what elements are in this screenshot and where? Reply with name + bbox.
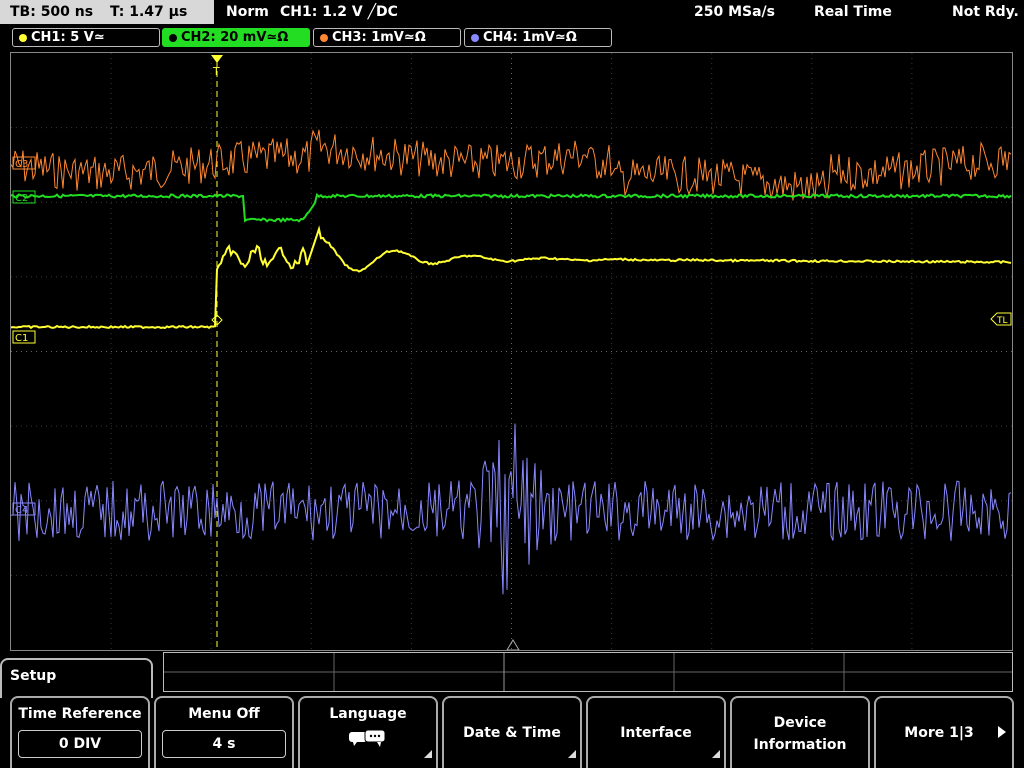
- device-information-label-2: Information: [753, 737, 847, 753]
- acquisition-mode: Real Time: [814, 4, 892, 20]
- timebase-value: TB: 500 ns: [10, 4, 94, 20]
- waveform-canvas: T C3 C2 C1 C4 TL: [11, 53, 1012, 650]
- ch2-label: CH2: 20 mV≃Ω: [181, 30, 289, 45]
- menu-title-tab: Setup: [0, 658, 153, 698]
- submenu-indicator-icon: [424, 750, 432, 758]
- submenu-indicator-icon: [712, 750, 720, 758]
- trigger-position-icon[interactable]: [211, 55, 223, 63]
- time-reference-label: Time Reference: [18, 706, 142, 722]
- time-reference-softkey[interactable]: Time Reference 0 DIV: [10, 696, 150, 768]
- svg-text:TL: TL: [996, 316, 1008, 326]
- menu-off-label: Menu Off: [188, 706, 260, 722]
- trigger-marker-label: T: [212, 65, 220, 78]
- channel-tab-ch2[interactable]: CH2: 20 mV≃Ω: [162, 28, 310, 47]
- interface-label: Interface: [620, 725, 692, 741]
- channel-tab-ch1[interactable]: CH1: 5 V≃: [12, 28, 160, 47]
- trigger-info: CH1: 1.2 V ╱DC: [280, 4, 398, 20]
- date-time-label: Date & Time: [463, 725, 561, 741]
- svg-text:C4: C4: [15, 505, 28, 516]
- speech-bubbles-icon: [349, 729, 386, 747]
- channel-tab-ch4[interactable]: CH4: 1mV≃Ω: [464, 28, 612, 47]
- status-bar: TB: 500 ns T: 1.47 µs Norm CH1: 1.2 V ╱D…: [0, 0, 1024, 26]
- channel-tab-ch3[interactable]: CH3: 1mV≃Ω: [313, 28, 461, 47]
- ch3-waveform: [11, 129, 1012, 201]
- svg-text:C3: C3: [15, 159, 28, 170]
- graticule: [11, 53, 1012, 650]
- language-softkey[interactable]: Language: [298, 696, 438, 768]
- menu-title: Setup: [10, 668, 57, 684]
- ch1-label: CH1: 5 V≃: [31, 30, 105, 45]
- more-softkey[interactable]: More 1|3: [874, 696, 1014, 768]
- ch4-dot-icon: [471, 33, 479, 42]
- ch3-label: CH3: 1mV≃Ω: [332, 30, 426, 45]
- memory-overview-bar[interactable]: [163, 652, 1013, 692]
- svg-text:C1: C1: [15, 333, 28, 344]
- device-information-softkey[interactable]: Device Information: [730, 696, 870, 768]
- time-reference-value: 0 DIV: [18, 730, 142, 758]
- ch4-label: CH4: 1mV≃Ω: [483, 30, 577, 45]
- language-label: Language: [329, 706, 407, 722]
- waveform-display[interactable]: T C3 C2 C1 C4 TL: [10, 52, 1013, 651]
- device-information-label: Device: [773, 715, 827, 731]
- svg-text:C2: C2: [15, 193, 28, 204]
- ch4-offset-marker[interactable]: C4: [12, 502, 36, 516]
- ch1-offset-marker[interactable]: C1: [12, 330, 36, 344]
- menu-off-value: 4 s: [162, 730, 286, 758]
- ch2-dot-icon: [169, 33, 177, 42]
- ch1-dot-icon: [19, 33, 27, 42]
- date-time-softkey[interactable]: Date & Time: [442, 696, 582, 768]
- trigger-mode: Norm: [226, 4, 269, 20]
- trigger-level-marker[interactable]: TL: [990, 312, 1012, 326]
- acquisition-state: Not Rdy.: [952, 4, 1019, 20]
- submenu-indicator-icon: [568, 750, 576, 758]
- timebase-box[interactable]: TB: 500 ns T: 1.47 µs: [0, 0, 214, 24]
- center-marker-icon: [506, 639, 520, 650]
- memory-overview-grid: [164, 653, 1012, 691]
- menu-off-softkey[interactable]: Menu Off 4 s: [154, 696, 294, 768]
- sample-rate: 250 MSa/s: [694, 4, 776, 20]
- interface-softkey[interactable]: Interface: [586, 696, 726, 768]
- trigger-time-value: T: 1.47 µs: [109, 4, 188, 20]
- more-label: More 1|3: [904, 725, 974, 741]
- ch3-dot-icon: [320, 33, 328, 42]
- arrow-right-icon: [998, 726, 1006, 738]
